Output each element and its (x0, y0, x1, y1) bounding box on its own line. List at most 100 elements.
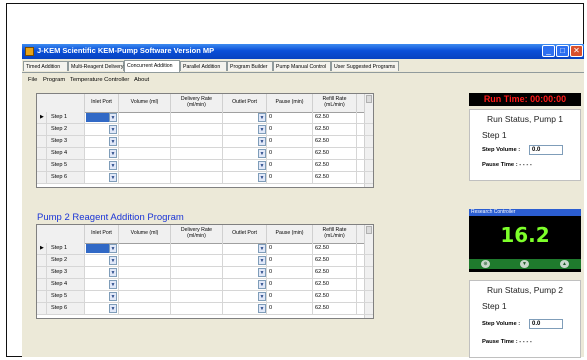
delivery-rate-cell[interactable] (171, 267, 223, 278)
chevron-down-icon[interactable]: ▼ (258, 292, 266, 301)
refill-rate-cell[interactable]: 62.50 (313, 160, 357, 171)
outlet-port-combo[interactable]: ▼ (223, 136, 267, 147)
pause-cell[interactable]: 0 (267, 124, 313, 135)
row-selector[interactable] (37, 267, 47, 278)
chevron-down-icon[interactable]: ▼ (258, 304, 266, 313)
refill-rate-cell[interactable]: 62.50 (313, 279, 357, 290)
refill-rate-cell[interactable]: 62.50 (313, 172, 357, 183)
pause-cell[interactable]: 0 (267, 267, 313, 278)
outlet-port-combo[interactable]: ▼ (223, 172, 267, 183)
pause-cell[interactable]: 0 (267, 112, 313, 123)
table-row[interactable]: Step 6 ▼ ▼ 0 62.50 (37, 172, 373, 184)
row-selector[interactable]: ▶ (37, 112, 47, 123)
outlet-port-combo[interactable]: ▼ (223, 255, 267, 266)
outlet-port-combo[interactable]: ▼ (223, 124, 267, 135)
refill-rate-cell[interactable]: 62.50 (313, 255, 357, 266)
table-row[interactable]: ▶ Step 1 ▼ ▼ 0 62.50 (37, 243, 373, 255)
table-row[interactable]: Step 5 ▼ ▼ 0 62.50 (37, 160, 373, 172)
chevron-down-icon[interactable]: ▼ (258, 113, 266, 122)
close-button[interactable]: ✕ (570, 45, 583, 57)
outlet-port-combo[interactable]: ▼ (223, 279, 267, 290)
table-row[interactable]: Step 4 ▼ ▼ 0 62.50 (37, 279, 373, 291)
tab-user-suggested-programs[interactable]: User Suggested Programs (331, 61, 399, 71)
row-selector[interactable] (37, 160, 47, 171)
menu-program[interactable]: Program (43, 75, 65, 85)
chevron-down-icon[interactable]: ▼ (109, 113, 117, 122)
table-row[interactable]: Step 2 ▼ ▼ 0 62.50 (37, 124, 373, 136)
delivery-rate-cell[interactable] (171, 279, 223, 290)
refill-rate-cell[interactable]: 62.50 (313, 267, 357, 278)
title-bar[interactable]: J-KEM Scientific KEM-Pump Software Versi… (22, 44, 584, 59)
chevron-down-icon[interactable]: ▼ (109, 268, 117, 277)
volume-cell[interactable] (119, 279, 171, 290)
chevron-down-icon[interactable]: ▼ (258, 173, 266, 182)
chevron-down-icon[interactable]: ▼ (258, 161, 266, 170)
inlet-port-combo[interactable]: ▼ (85, 160, 119, 171)
inlet-port-combo[interactable]: ▼ (85, 172, 119, 183)
inlet-port-combo[interactable]: ▼ (85, 255, 119, 266)
inlet-port-combo[interactable]: ▼ (85, 136, 119, 147)
refill-rate-cell[interactable]: 62.50 (313, 124, 357, 135)
pump1-program-grid[interactable]: Inlet Port Volume (ml) Delivery Rate (ml… (36, 93, 374, 188)
chevron-down-icon[interactable]: ▼ (109, 256, 117, 265)
outlet-port-combo[interactable]: ▼ (223, 160, 267, 171)
table-row[interactable]: Step 3 ▼ ▼ 0 62.50 (37, 267, 373, 279)
tab-program-builder[interactable]: Program Builder (227, 61, 273, 71)
row-selector[interactable] (37, 291, 47, 302)
delivery-rate-cell[interactable] (171, 243, 223, 254)
pause-cell[interactable]: 0 (267, 279, 313, 290)
volume-cell[interactable] (119, 160, 171, 171)
chevron-down-icon[interactable]: ▼ (258, 137, 266, 146)
menu-temperature-controller[interactable]: Temperature Controller (70, 75, 129, 85)
volume-cell[interactable] (119, 172, 171, 183)
outlet-port-combo[interactable]: ▼ (223, 112, 267, 123)
table-row[interactable]: Step 3 ▼ ▼ 0 62.50 (37, 136, 373, 148)
delivery-rate-cell[interactable] (171, 303, 223, 314)
chevron-down-icon[interactable]: ▼ (258, 125, 266, 134)
inlet-port-combo[interactable]: ▼ (85, 124, 119, 135)
pause-cell[interactable]: 0 (267, 243, 313, 254)
chevron-down-icon[interactable]: ▼ (258, 268, 266, 277)
chevron-down-icon[interactable]: ▼ (109, 161, 117, 170)
inlet-port-combo[interactable]: ▼ (85, 291, 119, 302)
refill-rate-cell[interactable]: 62.50 (313, 303, 357, 314)
outlet-port-combo[interactable]: ▼ (223, 303, 267, 314)
step-volume-field[interactable]: 0.0 (529, 145, 563, 155)
pause-cell[interactable]: 0 (267, 160, 313, 171)
minimize-button[interactable]: _ (542, 45, 555, 57)
row-selector[interactable] (37, 148, 47, 159)
pump2-program-grid[interactable]: Inlet Port Volume (ml) Delivery Rate (ml… (36, 224, 374, 319)
volume-cell[interactable] (119, 291, 171, 302)
menu-about[interactable]: About (134, 75, 149, 85)
volume-cell[interactable] (119, 267, 171, 278)
tab-timed-addition[interactable]: Timed Addition (23, 61, 68, 71)
menu-file[interactable]: File (28, 75, 37, 85)
pause-cell[interactable]: 0 (267, 291, 313, 302)
chevron-down-icon[interactable]: ▼ (109, 173, 117, 182)
refill-rate-cell[interactable]: 62.50 (313, 148, 357, 159)
maximize-button[interactable]: □ (556, 45, 569, 57)
chevron-down-icon[interactable]: ▼ (258, 280, 266, 289)
volume-cell[interactable] (119, 112, 171, 123)
inlet-port-combo[interactable]: ▼ (85, 148, 119, 159)
delivery-rate-cell[interactable] (171, 172, 223, 183)
controller-up-arrow-icon[interactable]: ▲ (560, 260, 569, 268)
inlet-port-combo[interactable]: ▼ (85, 112, 119, 123)
chevron-down-icon[interactable]: ▼ (109, 149, 117, 158)
delivery-rate-cell[interactable] (171, 124, 223, 135)
delivery-rate-cell[interactable] (171, 136, 223, 147)
refill-rate-cell[interactable]: 62.50 (313, 112, 357, 123)
chevron-down-icon[interactable]: ▼ (109, 125, 117, 134)
delivery-rate-cell[interactable] (171, 255, 223, 266)
chevron-down-icon[interactable]: ▼ (258, 256, 266, 265)
row-selector[interactable] (37, 255, 47, 266)
pause-cell[interactable]: 0 (267, 148, 313, 159)
table-row[interactable]: Step 6 ▼ ▼ 0 62.50 (37, 303, 373, 315)
outlet-port-combo[interactable]: ▼ (223, 243, 267, 254)
controller-down-arrow-icon[interactable]: ▼ (520, 260, 529, 268)
tab-multi-reagent-delivery[interactable]: Multi-Reagent Delivery (68, 61, 124, 71)
table-row[interactable]: Step 5 ▼ ▼ 0 62.50 (37, 291, 373, 303)
volume-cell[interactable] (119, 124, 171, 135)
volume-cell[interactable] (119, 255, 171, 266)
chevron-down-icon[interactable]: ▼ (109, 137, 117, 146)
